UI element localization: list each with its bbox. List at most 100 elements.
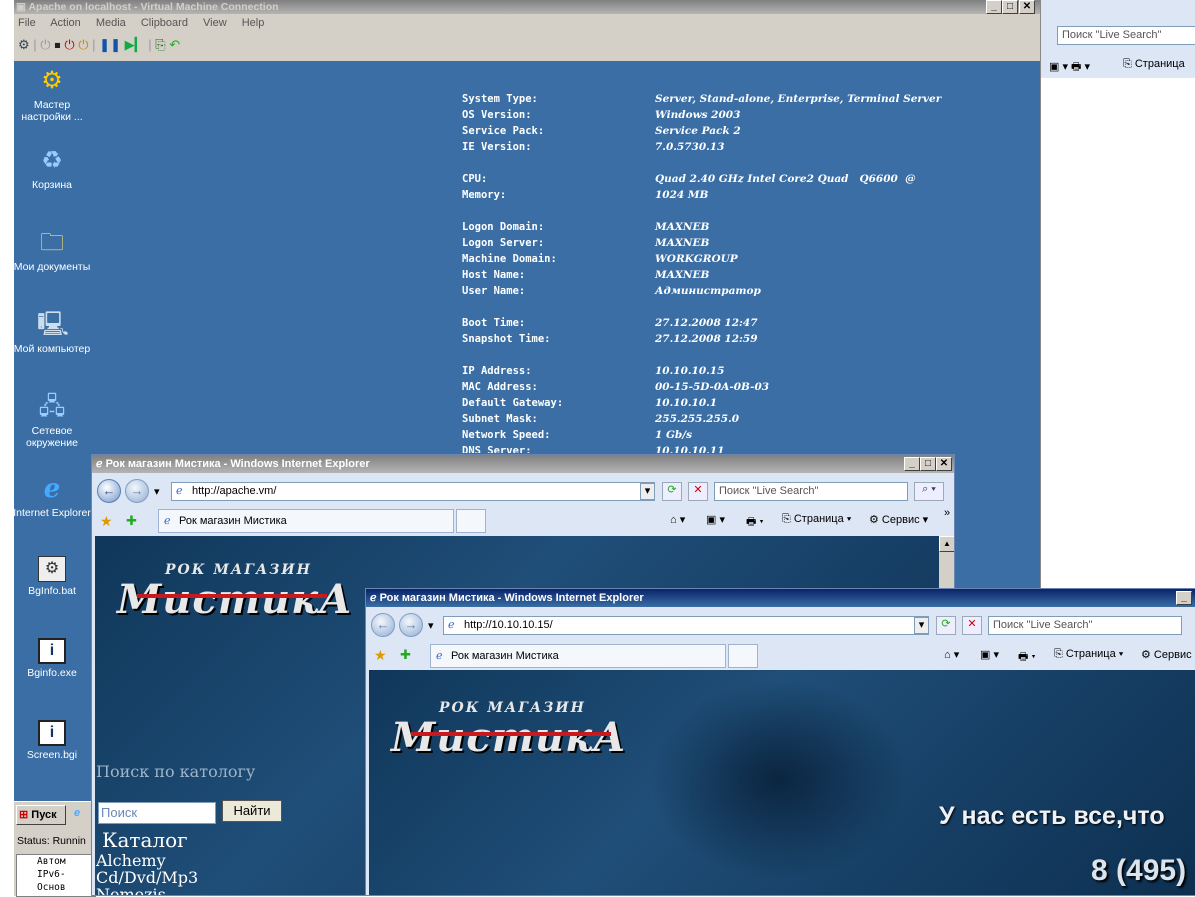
ie1-back-button[interactable]: ←: [97, 479, 121, 503]
sysinfo-key: CPU:: [462, 173, 488, 185]
host-page-menu[interactable]: ⎘ Страница: [1123, 58, 1185, 71]
taskbar-ie-icon[interactable]: e: [74, 807, 80, 819]
sysinfo-row: User Name: Администратор: [462, 283, 1022, 299]
sysinfo-value: 00-15-5D-0A-0B-03: [655, 381, 770, 393]
start-label: Пуск: [31, 809, 57, 821]
sysinfo-row: Host Name: MAXNEB: [462, 267, 1022, 283]
revert-icon[interactable]: ↶: [169, 37, 180, 52]
sysinfo-key: Machine Domain:: [462, 253, 557, 265]
desktop-icon-my-computer[interactable]: 🖳 Мой компьютер: [13, 310, 91, 355]
desktop-icon-my-documents[interactable]: 🗀 Мои документы: [13, 228, 91, 273]
ie2-address-dropdown-icon[interactable]: ▾: [914, 617, 929, 634]
ie1-search-input[interactable]: Поиск "Live Search": [714, 482, 908, 501]
catalog-item[interactable]: Alchemy: [96, 852, 198, 869]
ie1-maximize-button[interactable]: □: [920, 457, 936, 471]
site-phone: 8 (495): [1091, 854, 1187, 887]
start-icon[interactable]: ⏻: [40, 37, 50, 52]
ie1-page-menu[interactable]: ⎘ Страница ▾: [782, 513, 851, 526]
desktop-icon-screen-bgi[interactable]: i Screen.bgi: [13, 720, 91, 761]
ie2-stop-icon[interactable]: ✕: [962, 616, 982, 635]
ie1-home-icon[interactable]: ⌂ ▾: [670, 513, 685, 526]
shutdown-icon[interactable]: ⏻: [64, 37, 74, 52]
desktop-icon-wizard[interactable]: ⚙ Мастер настройки ...: [13, 66, 91, 123]
desktop-icon-bginfo-bat[interactable]: ⚙ BgInfo.bat: [13, 556, 91, 597]
ie1-history-dropdown-icon[interactable]: ▾: [154, 485, 160, 498]
ie2-back-button[interactable]: ←: [371, 613, 395, 637]
ie1-forward-button[interactable]: →: [125, 479, 149, 503]
ie2-address-input[interactable]: ℯ http://10.10.10.15/: [443, 616, 929, 635]
scroll-up-icon[interactable]: ▲: [939, 536, 954, 552]
ie1-close-button[interactable]: ✕: [936, 457, 952, 471]
menu-clipboard[interactable]: Clipboard: [141, 17, 188, 29]
ie2-feeds-icon[interactable]: ▣ ▾: [980, 648, 999, 661]
ie1-minimize-button[interactable]: _: [904, 457, 920, 471]
catalog-search-input[interactable]: Поиск: [98, 802, 216, 824]
menu-action[interactable]: Action: [50, 17, 81, 29]
catalog-list: Alchemy Cd/Dvd/Mp3 Nemezis: [96, 852, 198, 895]
ie2-site-logo[interactable]: РОК МАГАЗИН МистикА: [391, 692, 631, 772]
add-favorites-icon[interactable]: ✚: [400, 647, 411, 663]
favorites-star-icon[interactable]: ★: [374, 647, 387, 664]
desktop-icon-recycle-bin[interactable]: ♻ Корзина: [13, 146, 91, 191]
sysinfo-key: Service Pack:: [462, 125, 545, 137]
vm-title-bar: ▣ Apache on localhost - Virtual Machine …: [14, 0, 1040, 14]
ctrl-alt-del-icon[interactable]: ⚙: [18, 37, 30, 52]
sysinfo-key: Subnet Mask:: [462, 413, 538, 425]
ie-title-icon: ℯ: [370, 592, 377, 604]
list-item[interactable]: Основ: [37, 881, 95, 894]
ie1-feeds-icon[interactable]: ▣ ▾: [706, 513, 725, 526]
ie1-tab[interactable]: ℯ Рок магазин Мистика: [158, 509, 454, 533]
ie1-chevron-icon[interactable]: »: [944, 507, 950, 519]
catalog-search-button[interactable]: Найти: [222, 800, 282, 822]
ie2-new-tab-button[interactable]: [728, 644, 758, 668]
menu-help[interactable]: Help: [242, 17, 265, 29]
vm-close-button[interactable]: ✕: [1019, 0, 1035, 14]
sysinfo-key: MAC Address:: [462, 381, 538, 393]
catalog-item[interactable]: Cd/Dvd/Mp3: [96, 869, 198, 886]
menu-media[interactable]: Media: [96, 17, 126, 29]
menu-view[interactable]: View: [203, 17, 227, 29]
ie1-page-label: Страница: [793, 513, 844, 525]
ie2-page-menu[interactable]: ⎘ Страница ▾: [1054, 648, 1123, 661]
ie1-tools-menu[interactable]: ⚙ Сервис ▾: [869, 513, 928, 526]
ie1-new-tab-button[interactable]: [456, 509, 486, 533]
ie2-tab[interactable]: ℯ Рок магазин Мистика: [430, 644, 726, 668]
start-button[interactable]: ⊞ Пуск: [16, 805, 66, 825]
desktop-icon-network[interactable]: 🖧 Сетевое окружение: [13, 392, 91, 449]
sysinfo-value: MAXNEB: [655, 269, 710, 281]
ie1-search-icon[interactable]: ⌕ ▾: [914, 482, 944, 501]
add-favorites-icon[interactable]: ✚: [126, 513, 137, 529]
menu-file[interactable]: File: [18, 17, 36, 29]
desktop-icon-label: Мастер настройки ...: [21, 99, 83, 123]
snapshot-icon[interactable]: ⎘: [155, 37, 165, 52]
catalog-item[interactable]: Nemezis: [96, 886, 198, 895]
ie1-stop-icon[interactable]: ✕: [688, 482, 708, 501]
ie1-site-logo[interactable]: РОК МАГАЗИН МистикА: [117, 558, 352, 638]
ie2-minimize-button[interactable]: _: [1176, 591, 1192, 605]
windows-logo-icon: ⊞: [19, 809, 29, 821]
ie1-address-dropdown-icon[interactable]: ▾: [640, 483, 655, 500]
ie2-search-input[interactable]: Поиск "Live Search": [988, 616, 1182, 635]
ie1-address-input[interactable]: ℯ http://apache.vm/: [171, 482, 655, 501]
vm-maximize-button[interactable]: □: [1002, 0, 1018, 14]
favorites-star-icon[interactable]: ★: [100, 513, 113, 530]
host-rss-icon[interactable]: ▣ ▾ 🖶 ▾: [1049, 58, 1090, 77]
ie2-print-icon[interactable]: 🖶 ▾: [1018, 648, 1036, 667]
ie2-home-icon[interactable]: ⌂ ▾: [944, 648, 959, 661]
list-item[interactable]: IPv6-: [37, 868, 95, 881]
vm-minimize-button[interactable]: _: [986, 0, 1002, 14]
list-item[interactable]: Автом: [37, 855, 95, 868]
ie2-tools-menu[interactable]: ⚙ Сервис: [1141, 648, 1192, 661]
ie1-refresh-icon[interactable]: ⟳: [662, 482, 682, 501]
desktop-icon-ie[interactable]: e Internet Explorer: [13, 474, 91, 519]
desktop-icon-bginfo-exe[interactable]: i Bginfo.exe: [13, 638, 91, 679]
ie2-history-dropdown-icon[interactable]: ▾: [428, 619, 434, 632]
save-icon[interactable]: ⏻: [78, 37, 88, 52]
ie2-forward-button[interactable]: →: [399, 613, 423, 637]
resume-icon[interactable]: ▶▎: [125, 37, 145, 52]
host-search-input[interactable]: Поиск "Live Search": [1057, 26, 1195, 45]
turn-off-icon[interactable]: ⏹: [54, 37, 61, 52]
ie1-print-icon[interactable]: 🖶 ▾: [746, 513, 764, 532]
ie2-refresh-icon[interactable]: ⟳: [936, 616, 956, 635]
pause-icon[interactable]: ❚❚: [99, 37, 121, 52]
